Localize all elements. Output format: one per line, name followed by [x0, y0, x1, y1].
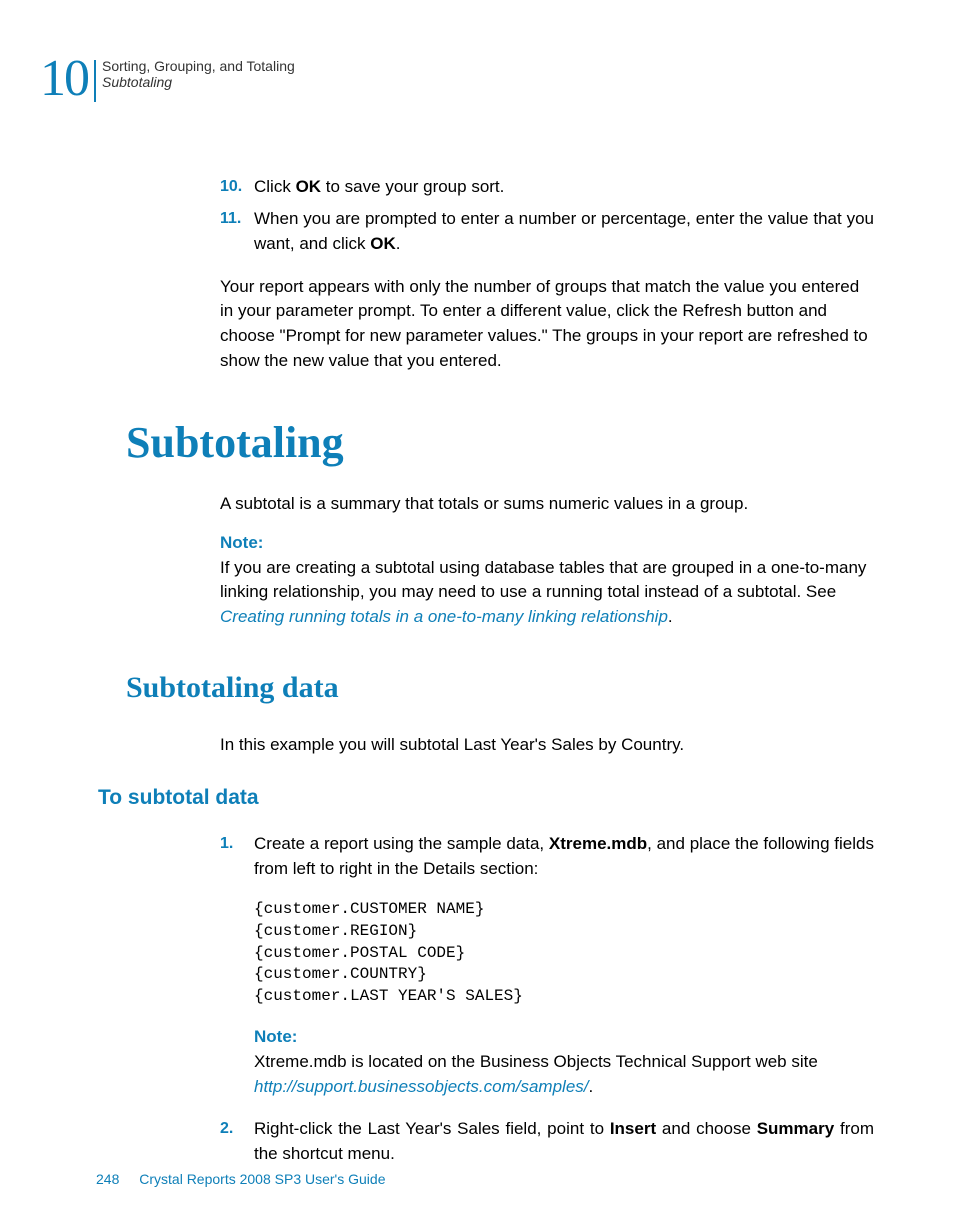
result-paragraph: Your report appears with only the number… [220, 275, 874, 374]
steps-list-b2: 2. Right-click the Last Year's Sales fie… [220, 1117, 874, 1166]
page-number: 248 [96, 1171, 119, 1187]
step-number: 11. [220, 207, 241, 230]
heading-subtotaling-data: Subtotaling data [126, 671, 874, 705]
note-text-after: . [668, 607, 673, 626]
intro-paragraph: A subtotal is a summary that totals or s… [220, 492, 874, 517]
step-bold: Summary [757, 1119, 834, 1138]
step-number: 10. [220, 175, 242, 198]
code-block: {customer.CUSTOMER NAME} {customer.REGIO… [254, 899, 874, 1007]
note-text-after: . [589, 1077, 594, 1096]
note-label: Note: [254, 1027, 297, 1046]
chapter-number: 10 [40, 56, 88, 103]
header-title: Sorting, Grouping, and Totaling [102, 58, 295, 74]
step-text: Click [254, 177, 296, 196]
step-text: Create a report using the sample data, [254, 834, 549, 853]
step-text: When you are prompted to enter a number … [254, 209, 874, 253]
step-bold: Xtreme.mdb [549, 834, 647, 853]
header-divider [94, 60, 96, 102]
h2-paragraph: In this example you will subtotal Last Y… [220, 733, 874, 758]
step-b2: 2. Right-click the Last Year's Sales fie… [220, 1117, 874, 1166]
step-text: to save your group sort. [321, 177, 504, 196]
heading-to-subtotal: To subtotal data [98, 786, 874, 810]
step-text: . [396, 234, 401, 253]
content-area: 10. Click OK to save your group sort. 11… [220, 175, 874, 1167]
step-bold: OK [370, 234, 396, 253]
page-footer: 248 Crystal Reports 2008 SP3 User's Guid… [96, 1171, 385, 1187]
header-text: Sorting, Grouping, and Totaling Subtotal… [102, 56, 295, 90]
note-text: If you are creating a subtotal using dat… [220, 558, 866, 602]
step-text: Right-click the Last Year's Sales field,… [254, 1119, 610, 1138]
page-header: 10 Sorting, Grouping, and Totaling Subto… [40, 56, 874, 103]
steps-list-b: 1. Create a report using the sample data… [220, 832, 874, 881]
link-running-totals[interactable]: Creating running totals in a one-to-many… [220, 607, 668, 626]
heading-subtotaling: Subtotaling [126, 417, 874, 468]
steps-list-a: 10. Click OK to save your group sort. 11… [220, 175, 874, 257]
step-11: 11. When you are prompted to enter a num… [220, 207, 874, 256]
step-number: 2. [220, 1117, 233, 1140]
header-subtitle: Subtotaling [102, 74, 295, 90]
link-support-url[interactable]: http://support.businessobjects.com/sampl… [254, 1077, 589, 1096]
note-block-2: Note: Xtreme.mdb is located on the Busin… [254, 1025, 874, 1099]
note-block-1: Note: If you are creating a subtotal usi… [220, 531, 874, 630]
step-bold: Insert [610, 1119, 656, 1138]
step-text: and choose [656, 1119, 757, 1138]
note-text: Xtreme.mdb is located on the Business Ob… [254, 1052, 818, 1071]
step-bold: OK [296, 177, 322, 196]
doc-title: Crystal Reports 2008 SP3 User's Guide [139, 1171, 385, 1187]
page: 10 Sorting, Grouping, and Totaling Subto… [0, 0, 954, 1227]
note-label: Note: [220, 533, 263, 552]
step-number: 1. [220, 832, 233, 855]
step-b1: 1. Create a report using the sample data… [220, 832, 874, 881]
step-10: 10. Click OK to save your group sort. [220, 175, 874, 200]
